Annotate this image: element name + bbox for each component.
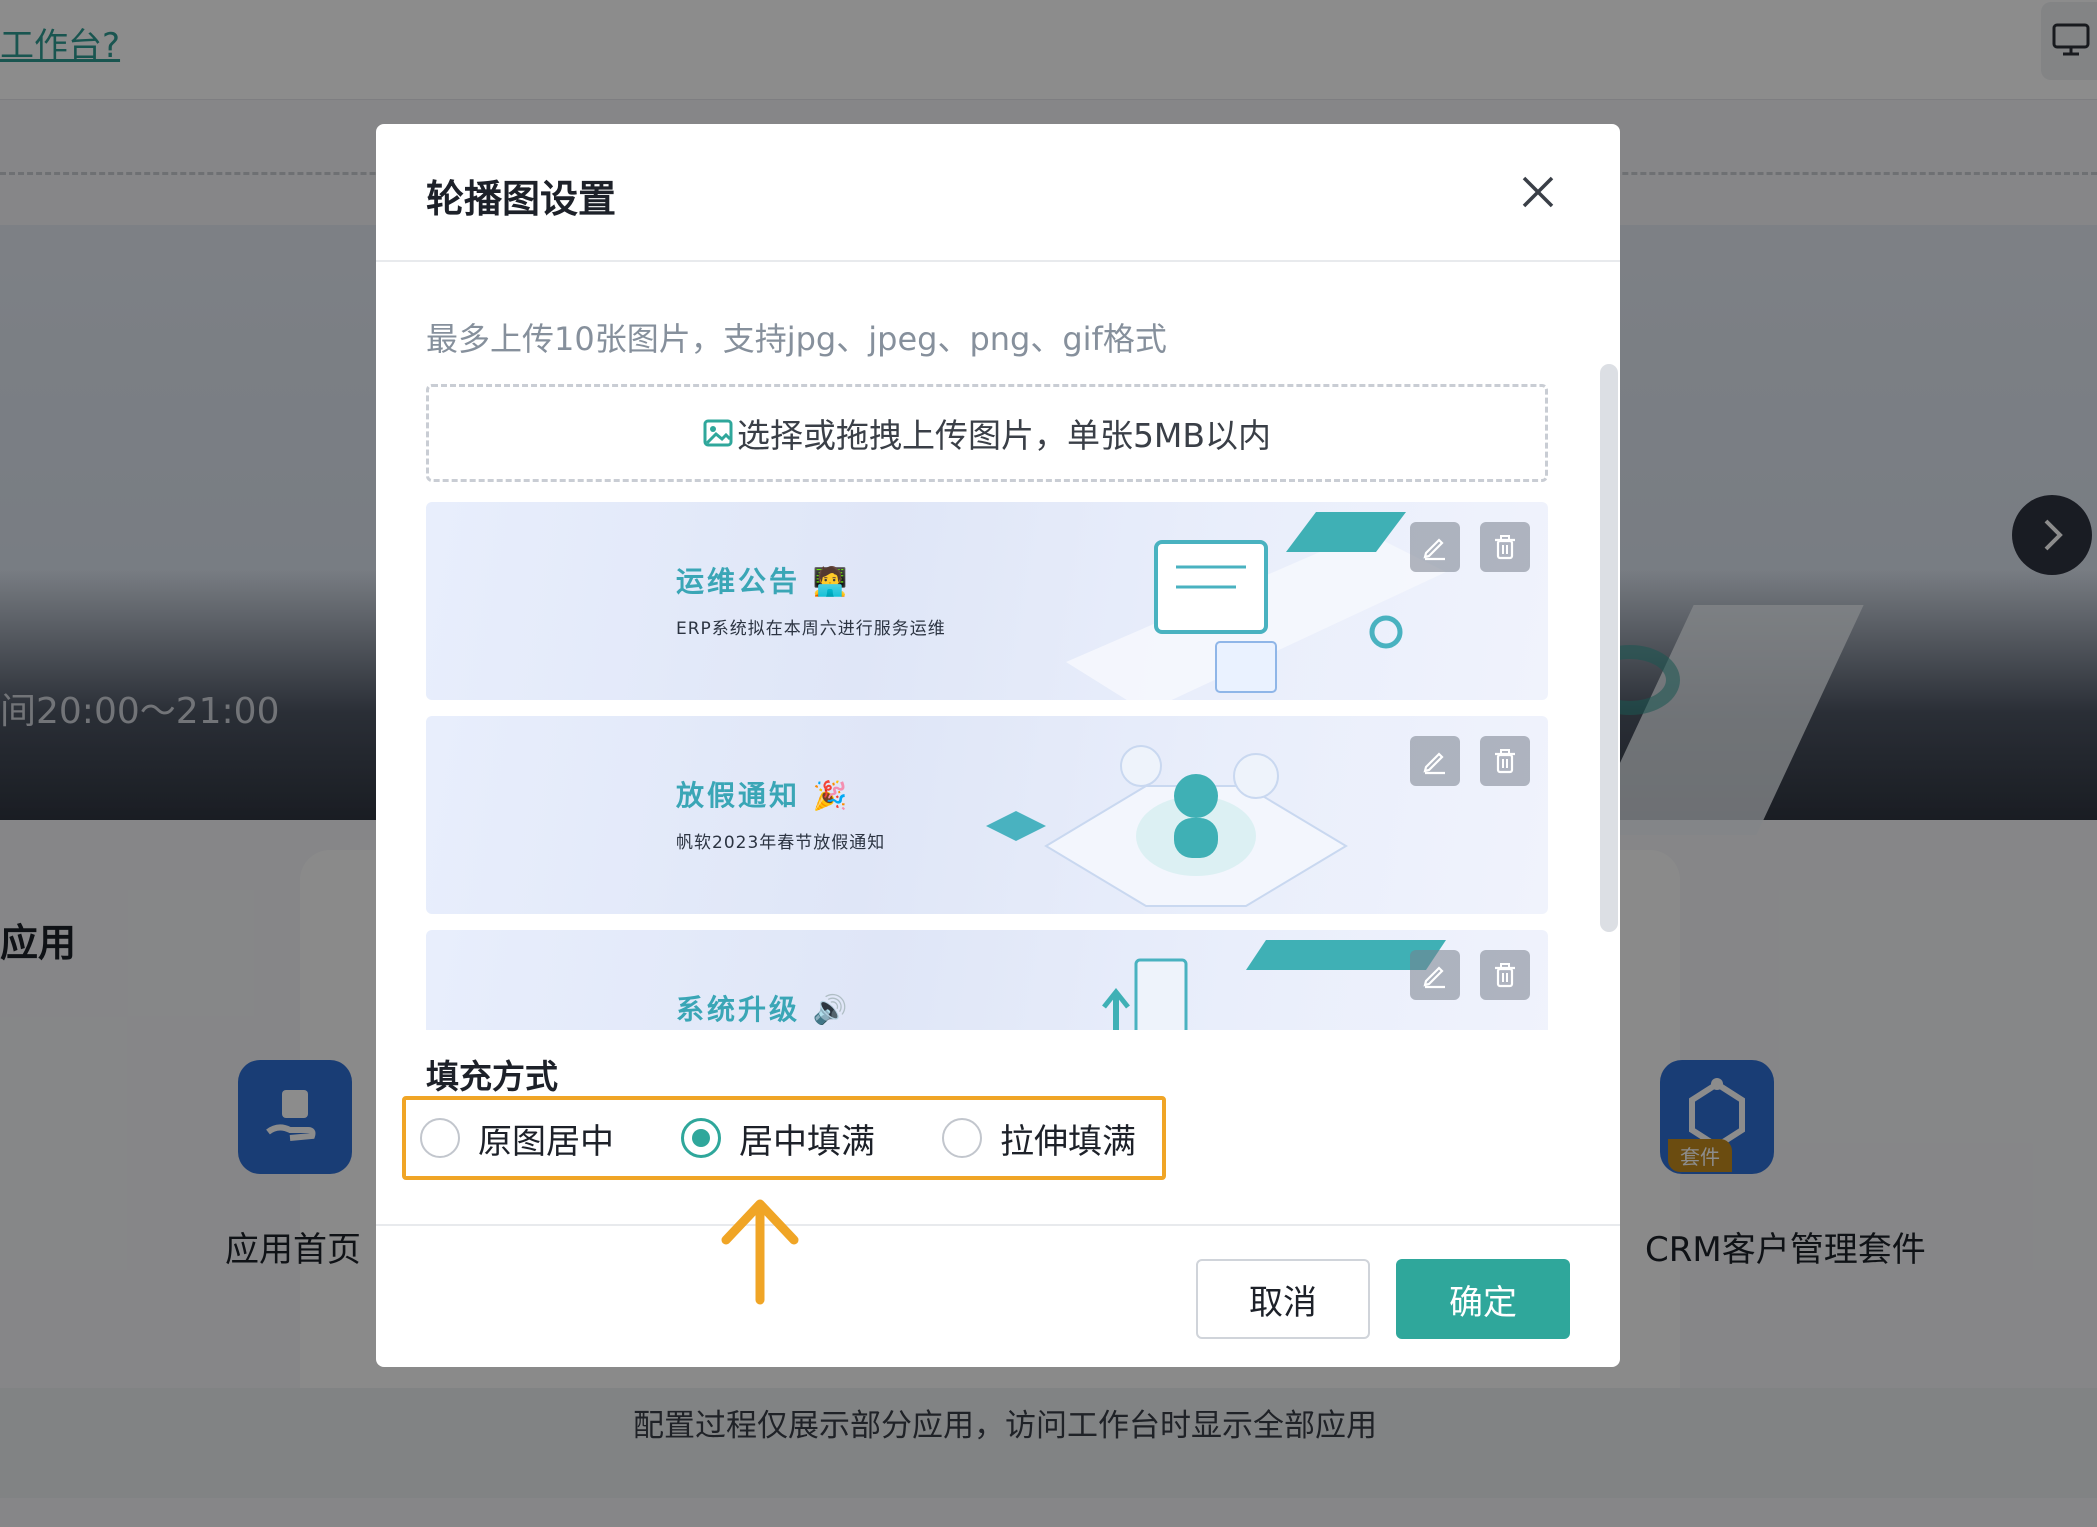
fill-mode-radio-group: 原图居中 居中填满 拉伸填满: [402, 1096, 1166, 1180]
radio-label: 居中填满: [739, 1121, 875, 1162]
image-subtitle: 帆软2023年春节放假通知: [676, 833, 886, 853]
image-title: 运维公告 🧑‍💻: [676, 565, 851, 598]
upload-hint: 最多上传10张图片，支持jpg、jpeg、png、gif格式: [426, 320, 1167, 358]
radio-label: 拉伸填满: [1000, 1121, 1136, 1162]
radio-circle-selected: [681, 1118, 721, 1158]
radio-label: 原图居中: [478, 1121, 614, 1162]
delete-image-button[interactable]: [1480, 522, 1530, 572]
image-item: 放假通知 🎉 帆软2023年春节放假通知: [426, 716, 1548, 914]
carousel-settings-dialog: 轮播图设置 最多上传10张图片，支持jpg、jpeg、png、gif格式 选择或…: [376, 124, 1620, 1367]
radio-circle: [942, 1118, 982, 1158]
image-title: 系统升级 🔊: [676, 993, 851, 1026]
upload-label: 选择或拖拽上传图片，单张5MB以内: [736, 416, 1272, 455]
image-icon: [703, 419, 733, 447]
edit-icon: [1423, 966, 1445, 989]
arrow-up-icon: [721, 1199, 799, 1305]
fill-option-original-center[interactable]: 原图居中: [420, 1100, 614, 1176]
image-upload-dropzone[interactable]: 选择或拖拽上传图片，单张5MB以内: [426, 384, 1548, 482]
edit-icon: [1423, 538, 1445, 561]
trash-icon: [1495, 749, 1515, 774]
fill-option-center-fill[interactable]: 居中填满: [681, 1100, 875, 1176]
image-item: 运维公告 🧑‍💻 ERP系统拟在本周六进行服务运维: [426, 502, 1548, 700]
dialog-scrollbar[interactable]: [1600, 364, 1618, 932]
image-subtitle: ERP系统拟在本周六进行服务运维: [676, 619, 946, 639]
delete-image-button[interactable]: [1480, 736, 1530, 786]
fill-mode-label: 填充方式: [426, 1057, 558, 1096]
trash-icon: [1495, 963, 1515, 988]
banner-illustration: [986, 745, 1348, 907]
edit-image-button[interactable]: [1410, 522, 1460, 572]
edit-image-button[interactable]: [1410, 736, 1460, 786]
image-list: 运维公告 🧑‍💻 ERP系统拟在本周六进行服务运维: [426, 502, 1548, 1030]
edit-icon: [1423, 752, 1445, 775]
dialog-title: 轮播图设置: [426, 177, 617, 221]
banner-illustration: [1102, 940, 1446, 1030]
edit-image-button[interactable]: [1410, 950, 1460, 1000]
close-icon[interactable]: [1518, 172, 1558, 212]
banner-illustration: [1066, 512, 1446, 700]
delete-image-button[interactable]: [1480, 950, 1530, 1000]
dialog-header: 轮播图设置: [376, 124, 1620, 262]
cancel-button[interactable]: 取消: [1196, 1259, 1370, 1339]
radio-circle: [420, 1118, 460, 1158]
trash-icon: [1495, 535, 1515, 560]
dialog-footer-divider: [376, 1224, 1620, 1226]
fill-option-stretch-fill[interactable]: 拉伸填满: [942, 1100, 1136, 1176]
image-title: 放假通知 🎉: [676, 779, 851, 812]
confirm-button[interactable]: 确定: [1396, 1259, 1570, 1339]
image-item: 系统升级 🔊: [426, 930, 1548, 1030]
